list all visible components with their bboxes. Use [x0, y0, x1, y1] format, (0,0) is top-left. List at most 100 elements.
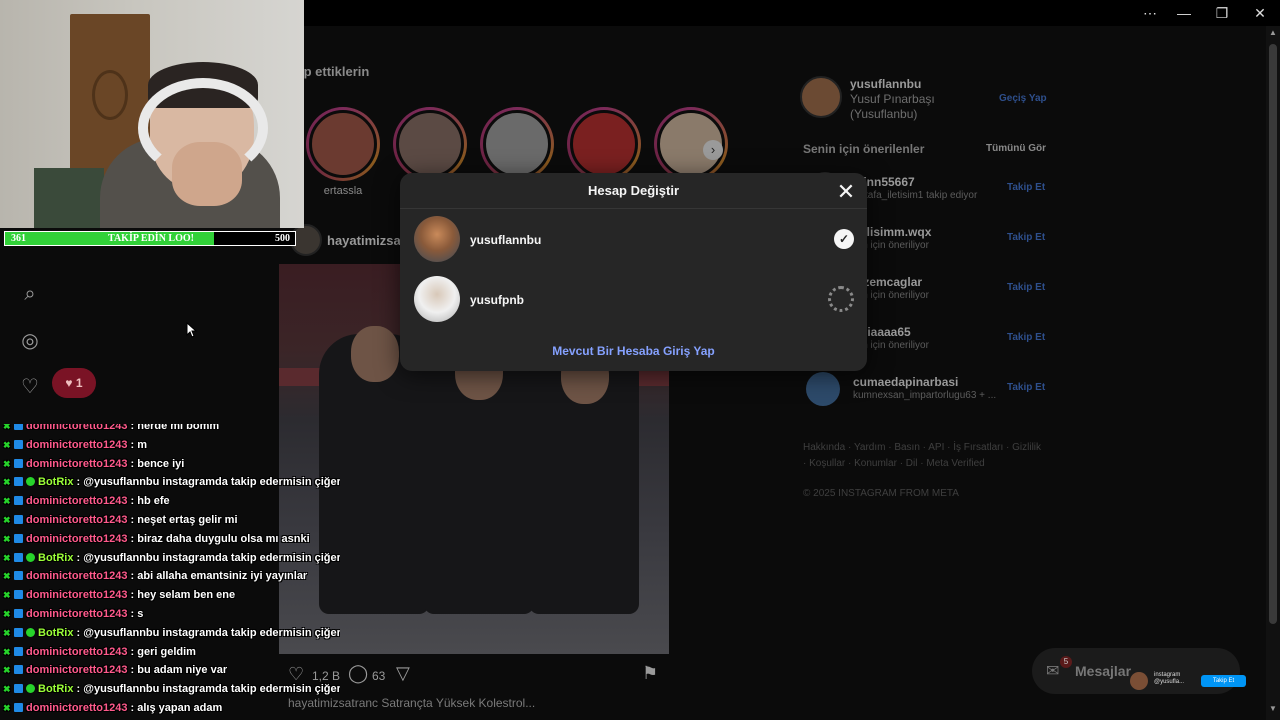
- chat-username: dominictoretto1243: [26, 608, 128, 620]
- chat-badge-icon: ✖: [3, 646, 11, 657]
- chat-username: BotRix: [38, 476, 74, 489]
- chat-badge-icon: ✖: [3, 458, 11, 469]
- chat-badge-icon: ✖: [3, 533, 11, 544]
- mouse-cursor-icon: [186, 322, 198, 338]
- chat-message: ✖ BotRix : @yusuflannbu instagramda takip…: [3, 627, 340, 646]
- chat-text: : geri geldim: [130, 645, 196, 658]
- follow-button[interactable]: Takip Et: [1007, 182, 1045, 193]
- chat-text: : bu adam niye var: [130, 664, 228, 677]
- chat-badge-icon: [14, 496, 23, 506]
- suggestion-name[interactable]: elisimm.wqx: [860, 225, 931, 239]
- explore-icon[interactable]: ◎: [18, 329, 42, 353]
- notifications-heart-icon[interactable]: ♡: [18, 375, 42, 399]
- chat-badge-icon: [14, 533, 23, 543]
- current-user-avatar[interactable]: [800, 76, 842, 118]
- verified-badge-icon: [26, 627, 35, 637]
- suggestion-name[interactable]: biaaaa65: [860, 325, 911, 339]
- more-options-icon[interactable]: ⋯: [1131, 0, 1169, 26]
- current-username[interactable]: yusuflannbu: [850, 77, 921, 91]
- chat-message: ✖ dominictoretto1243 : nerde mi bomm: [3, 424, 219, 439]
- suggestion-reason: kumnexsan_impartorlugu63 + ...: [853, 390, 997, 401]
- chat-message: ✖ dominictoretto1243 : bu adam niye var: [3, 664, 227, 683]
- close-window-button[interactable]: ✕: [1241, 0, 1279, 26]
- chat-text: : abi allaha emantsiniz iyi yayınlar: [130, 570, 308, 583]
- chevron-right-icon[interactable]: ›: [703, 140, 723, 160]
- person-head: [351, 326, 399, 382]
- close-icon[interactable]: ✕: [834, 181, 858, 205]
- chat-badge-icon: ✖: [3, 665, 11, 676]
- copyright: © 2025 INSTAGRAM FROM META: [803, 488, 959, 499]
- chat-badge-icon: [14, 646, 23, 656]
- suggestion-avatar[interactable]: [806, 372, 840, 406]
- mini-follow-button[interactable]: Takip Et: [1201, 675, 1246, 687]
- scroll-up-arrow-icon[interactable]: ▲: [1266, 28, 1280, 40]
- search-icon[interactable]: ⌕: [18, 282, 42, 306]
- stories-heading: ip ettiklerin: [300, 64, 370, 79]
- account-avatar: [414, 276, 460, 322]
- story-item[interactable]: [567, 107, 641, 181]
- messages-icon: ✉: [1046, 663, 1060, 680]
- notification-pill[interactable]: ♥ 1: [52, 368, 96, 398]
- suggestion-name[interactable]: cumaedapinarbasi: [853, 375, 958, 389]
- story-item[interactable]: [393, 107, 467, 181]
- chat-username: dominictoretto1243: [26, 570, 128, 583]
- follow-button[interactable]: Takip Et: [1007, 332, 1045, 343]
- chat-badge-icon: [14, 703, 23, 712]
- follow-button[interactable]: Takip Et: [1007, 232, 1045, 243]
- chat-username: BotRix: [38, 551, 74, 564]
- chat-text: : @yusuflannbu instagramda takip edermis…: [76, 551, 340, 564]
- switch-account-modal: Hesap Değiştir ✕ yusuflannbu ✓ yusufpnb …: [400, 173, 867, 371]
- follower-goal-bar: 361 TAKİP EDİN LOO! 500: [4, 231, 296, 246]
- scroll-down-arrow-icon[interactable]: ▼: [1266, 704, 1280, 716]
- messages-label[interactable]: Mesajlar: [1075, 663, 1131, 679]
- scrollbar-thumb[interactable]: [1269, 44, 1277, 624]
- account-row[interactable]: yusuflannbu ✓: [400, 213, 867, 267]
- chat-badge-icon: ✖: [3, 515, 11, 525]
- minimize-button[interactable]: —: [1165, 0, 1203, 26]
- chat-badge-icon: [14, 665, 23, 675]
- chat-username: dominictoretto1243: [26, 514, 128, 526]
- goal-end-value: 500: [275, 233, 290, 244]
- chat-username: dominictoretto1243: [26, 645, 128, 658]
- chat-username: BotRix: [38, 626, 74, 639]
- restore-button[interactable]: ❐: [1203, 0, 1241, 26]
- suggestion-name[interactable]: linn55667: [860, 175, 915, 189]
- chat-badge-icon: [14, 515, 23, 524]
- chat-badge-icon: ✖: [3, 439, 11, 450]
- chat-message: ✖ dominictoretto1243 : s: [3, 608, 143, 627]
- chat-badge-icon: ✖: [3, 424, 11, 431]
- follow-button[interactable]: Takip Et: [1007, 382, 1045, 393]
- suggestion-name[interactable]: izemcaglar: [860, 275, 922, 289]
- footer-links[interactable]: Hakkında · Yardım · Basın · API · İş Fır…: [803, 440, 1043, 472]
- chat-badge-icon: ✖: [3, 703, 11, 713]
- follow-button[interactable]: Takip Et: [1007, 282, 1045, 293]
- account-row[interactable]: yusufpnb: [400, 273, 867, 327]
- bookmark-icon[interactable]: ⚑: [642, 663, 658, 684]
- verified-badge-icon: [26, 552, 35, 562]
- chat-badge-icon: [14, 439, 23, 449]
- chat-message: ✖ dominictoretto1243 : biraz daha duygulu…: [3, 533, 310, 552]
- chat-text: : nerde mi bomm: [130, 424, 220, 432]
- share-icon[interactable]: ▽: [396, 663, 410, 684]
- login-existing-account-link[interactable]: Mevcut Bir Hesaba Giriş Yap: [400, 344, 867, 358]
- suggestion-reason: in için öneriliyor: [860, 340, 929, 351]
- chat-badge-icon: ✖: [3, 496, 11, 507]
- chat-badge-icon: ✖: [3, 684, 11, 695]
- story-item[interactable]: [480, 107, 554, 181]
- chat-text: : @yusuflannbu instagramda takip edermis…: [76, 683, 340, 696]
- comment-icon[interactable]: ◯: [348, 663, 368, 684]
- suggestion-reason: stafa_iletisim1 takip ediyor: [860, 190, 978, 201]
- notification-count: 1: [75, 376, 83, 390]
- chat-username: dominictoretto1243: [26, 438, 128, 451]
- chat-badge-icon: [14, 609, 23, 618]
- switch-account-link[interactable]: Geçiş Yap: [999, 93, 1047, 104]
- screen: ip ettiklerin ertassla › hayatimizsatra: [0, 0, 1280, 720]
- chat-message: ✖ dominictoretto1243 : hey selam ben ene: [3, 589, 235, 608]
- modal-divider: [400, 208, 867, 209]
- see-all-link[interactable]: Tümünü Gör: [986, 143, 1046, 154]
- chat-username: dominictoretto1243: [26, 702, 128, 714]
- chat-text: : alış yapan adam: [130, 702, 223, 714]
- suggestions-heading: Senin için önerilenler: [803, 142, 925, 156]
- story-item[interactable]: ertassla: [306, 107, 383, 197]
- account-username: yusufpnb: [470, 293, 524, 307]
